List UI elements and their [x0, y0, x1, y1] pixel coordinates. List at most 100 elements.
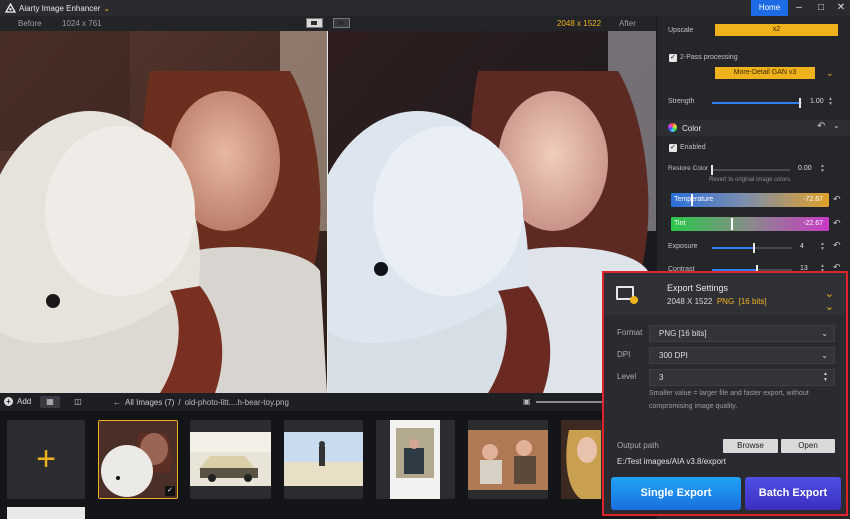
- upscale-label: Upscale: [668, 27, 694, 34]
- undo-icon[interactable]: ↶: [833, 218, 841, 229]
- export-title: Export Settings: [667, 283, 729, 293]
- chevron-down-icon[interactable]: ⌄: [828, 25, 836, 36]
- tint-value: -22.67: [803, 220, 823, 227]
- side-by-side-view-button[interactable]: [333, 18, 350, 28]
- thumbnail-size-slider[interactable]: [536, 401, 606, 403]
- level-stepper[interactable]: 3 ▲ ▼: [649, 369, 835, 386]
- strength-label: Strength: [668, 98, 695, 105]
- temperature-knob[interactable]: [691, 194, 693, 206]
- temperature-slider[interactable]: Temperature -72.67: [671, 193, 829, 207]
- level-value: 3: [659, 373, 664, 382]
- upscale-dropdown[interactable]: x2: [715, 24, 838, 36]
- before-image[interactable]: [0, 31, 327, 393]
- color-header: Color: [682, 124, 702, 133]
- model-dropdown[interactable]: More-Detail GAN v3: [715, 67, 815, 79]
- exposure-label: Exposure: [668, 243, 698, 250]
- close-icon[interactable]: ✕: [831, 0, 850, 16]
- chevron-down-icon[interactable]: ⌄: [103, 4, 110, 13]
- exposure-stepper[interactable]: ▲ ▼: [820, 242, 825, 252]
- format-dropdown[interactable]: PNG [16 bits] ⌄: [649, 325, 835, 342]
- exposure-value[interactable]: 4: [800, 241, 804, 253]
- restore-slider[interactable]: [711, 165, 790, 175]
- exposure-fill: [712, 247, 754, 249]
- tint-slider[interactable]: Tint -22.67: [671, 217, 829, 231]
- batch-export-button[interactable]: Batch Export: [745, 477, 841, 510]
- tint-knob[interactable]: [731, 218, 733, 230]
- enabled-label: Enabled: [680, 144, 706, 151]
- thumbnail-7-partial[interactable]: [7, 507, 85, 519]
- output-size: 2048 x 1522: [557, 19, 602, 28]
- output-path: E:/Test images/AIA v3.8/export: [617, 457, 726, 466]
- app-title: Aiarty Image Enhancer: [19, 3, 101, 13]
- restore-knob[interactable]: [711, 165, 713, 175]
- breadcrumb-file: old-photo-litt....h-bear-toy.png: [184, 398, 289, 407]
- format-label: Format: [617, 328, 643, 337]
- compare-bar: Before 1024 x 761 2048 x 1522 After: [0, 16, 656, 31]
- thumbnail-4[interactable]: [376, 420, 455, 499]
- breadcrumb-separator: /: [178, 398, 181, 407]
- exposure-knob[interactable]: [752, 243, 755, 253]
- restore-label: Restore Color: [668, 165, 709, 172]
- undo-icon[interactable]: ↶: [833, 194, 841, 205]
- add-image-tile[interactable]: +: [7, 420, 85, 499]
- strip-toolbar: + Add ▦ ◫ ← All Images (7) / old-photo-l…: [0, 393, 656, 411]
- breadcrumb-all[interactable]: All Images (7): [125, 398, 174, 407]
- list-view-icon[interactable]: ◫: [68, 396, 88, 408]
- single-export-button[interactable]: Single Export: [611, 477, 741, 510]
- check-icon: ✓: [165, 486, 175, 496]
- temperature-value: -72.67: [803, 196, 823, 203]
- title-bar: Aiarty Image Enhancer ⌄ Home – □ ✕: [0, 0, 850, 16]
- undo-icon[interactable]: ↶: [833, 240, 841, 251]
- twopass-checkbox[interactable]: ✓: [669, 54, 677, 62]
- dpi-dropdown[interactable]: 300 DPI ⌄: [649, 347, 835, 364]
- tint-label: Tint: [674, 220, 686, 227]
- level-label: Level: [617, 372, 637, 381]
- home-button[interactable]: Home: [751, 0, 788, 16]
- open-button[interactable]: Open: [781, 439, 835, 453]
- strength-knob[interactable]: [799, 98, 802, 108]
- browse-button[interactable]: Browse: [723, 439, 778, 453]
- exposure-slider[interactable]: [712, 243, 792, 253]
- strength-stepper[interactable]: ▲ ▼: [828, 97, 833, 107]
- level-note: Smaller value = larger file and faster e…: [649, 390, 809, 410]
- output-path-label: Output path: [617, 441, 659, 450]
- add-button[interactable]: + Add: [4, 397, 31, 406]
- color-section-header[interactable]: Color ↶ ⌄: [657, 120, 850, 136]
- double-chevron-down-icon[interactable]: ⌄ ⌄: [825, 287, 834, 313]
- restore-stepper[interactable]: ▲ ▼: [820, 164, 825, 174]
- level-stepper-arrows[interactable]: ▲ ▼: [823, 371, 828, 383]
- minimize-icon[interactable]: –: [789, 0, 809, 16]
- breadcrumb: ← All Images (7) / old-photo-litt....h-b…: [113, 398, 289, 407]
- thumbnail-5[interactable]: [468, 420, 548, 499]
- input-size: 1024 x 761: [62, 19, 102, 28]
- chevron-down-icon[interactable]: ⌄: [833, 121, 840, 130]
- strength-slider[interactable]: [712, 98, 802, 108]
- export-format-tag: PNG: [716, 297, 735, 306]
- chevron-down-icon[interactable]: ⌄: [826, 68, 834, 79]
- image-icon: ▣: [523, 397, 531, 406]
- thumbnail-2[interactable]: [190, 420, 271, 499]
- export-bits-tag: [16 bits]: [738, 297, 767, 306]
- plus-icon: +: [36, 440, 56, 478]
- maximize-icon[interactable]: □: [811, 0, 831, 16]
- grid-view-icon[interactable]: ▦: [40, 396, 60, 408]
- export-size: 2048 X 1522: [667, 297, 713, 306]
- thumbnail-1[interactable]: ✓: [98, 420, 178, 499]
- app-logo-icon: [4, 2, 16, 14]
- revert-text: Revert to original image colors.: [709, 177, 792, 183]
- color-enabled-checkbox[interactable]: ✓: [669, 144, 677, 152]
- temperature-label: Temperature: [674, 196, 714, 203]
- undo-icon[interactable]: ↶: [817, 121, 825, 132]
- split-view-button[interactable]: [306, 18, 323, 28]
- format-value: PNG [16 bits]: [659, 329, 707, 338]
- export-header: Export Settings 2048 X 1522 PNG [16 bits…: [604, 273, 846, 315]
- after-label: After: [619, 19, 636, 28]
- back-arrow-icon[interactable]: ←: [113, 398, 121, 407]
- palette-icon: [668, 123, 677, 132]
- restore-value[interactable]: 0.00: [798, 163, 812, 175]
- strength-value[interactable]: 1.00: [810, 96, 824, 108]
- thumbnail-3[interactable]: [284, 420, 363, 499]
- add-label: Add: [17, 397, 32, 406]
- export-summary: 2048 X 1522 PNG [16 bits]: [667, 297, 767, 306]
- chevron-down-icon: ⌄: [821, 351, 828, 360]
